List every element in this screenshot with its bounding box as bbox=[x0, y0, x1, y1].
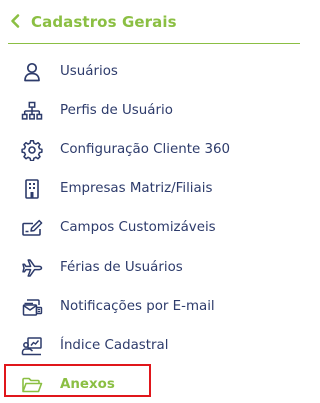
menu-item-ferias-de-usuarios[interactable]: Férias de Usuários bbox=[0, 248, 309, 287]
menu-item-configuracao-cliente-360[interactable]: Configuração Cliente 360 bbox=[0, 130, 309, 169]
menu-item-label: Configuração Cliente 360 bbox=[60, 142, 230, 157]
menu-item-empresas-matriz-filiais[interactable]: Empresas Matriz/Filiais bbox=[0, 169, 309, 208]
edit-field-icon bbox=[21, 217, 43, 239]
menu-item-label: Anexos bbox=[60, 377, 115, 392]
presentation-chart-icon bbox=[21, 335, 43, 357]
header-divider bbox=[8, 43, 300, 44]
menu-item-usuarios[interactable]: Usuários bbox=[0, 52, 309, 91]
menu-item-label: Empresas Matriz/Filiais bbox=[60, 181, 213, 196]
menu-item-anexos[interactable]: Anexos bbox=[0, 365, 309, 403]
menu-item-campos-customizaveis[interactable]: Campos Customizáveis bbox=[0, 208, 309, 247]
panel-header: Cadastros Gerais bbox=[0, 0, 309, 44]
menu-item-label: Perfis de Usuário bbox=[60, 103, 173, 118]
folder-open-icon bbox=[21, 374, 43, 396]
building-icon bbox=[21, 178, 43, 200]
user-icon bbox=[21, 61, 43, 83]
gear-icon bbox=[21, 139, 43, 161]
menu-item-label: Índice Cadastral bbox=[60, 338, 169, 353]
airplane-icon bbox=[21, 257, 43, 279]
panel-title: Cadastros Gerais bbox=[31, 13, 177, 31]
menu-item-label: Férias de Usuários bbox=[60, 260, 183, 275]
menu-item-label: Usuários bbox=[60, 64, 118, 79]
hierarchy-icon bbox=[21, 100, 43, 122]
menu-item-indice-cadastral[interactable]: Índice Cadastral bbox=[0, 326, 309, 365]
chevron-left-icon[interactable] bbox=[9, 13, 21, 29]
menu-item-perfis-de-usuario[interactable]: Perfis de Usuário bbox=[0, 91, 309, 130]
email-notification-icon bbox=[21, 296, 43, 318]
menu-item-label: Campos Customizáveis bbox=[60, 220, 216, 235]
menu-item-notificacoes-por-email[interactable]: Notificações por E-mail bbox=[0, 287, 309, 326]
cadastros-gerais-panel: Cadastros Gerais Usuários Perfis de Usuá… bbox=[0, 0, 309, 403]
menu-item-label: Notificações por E-mail bbox=[60, 299, 215, 314]
